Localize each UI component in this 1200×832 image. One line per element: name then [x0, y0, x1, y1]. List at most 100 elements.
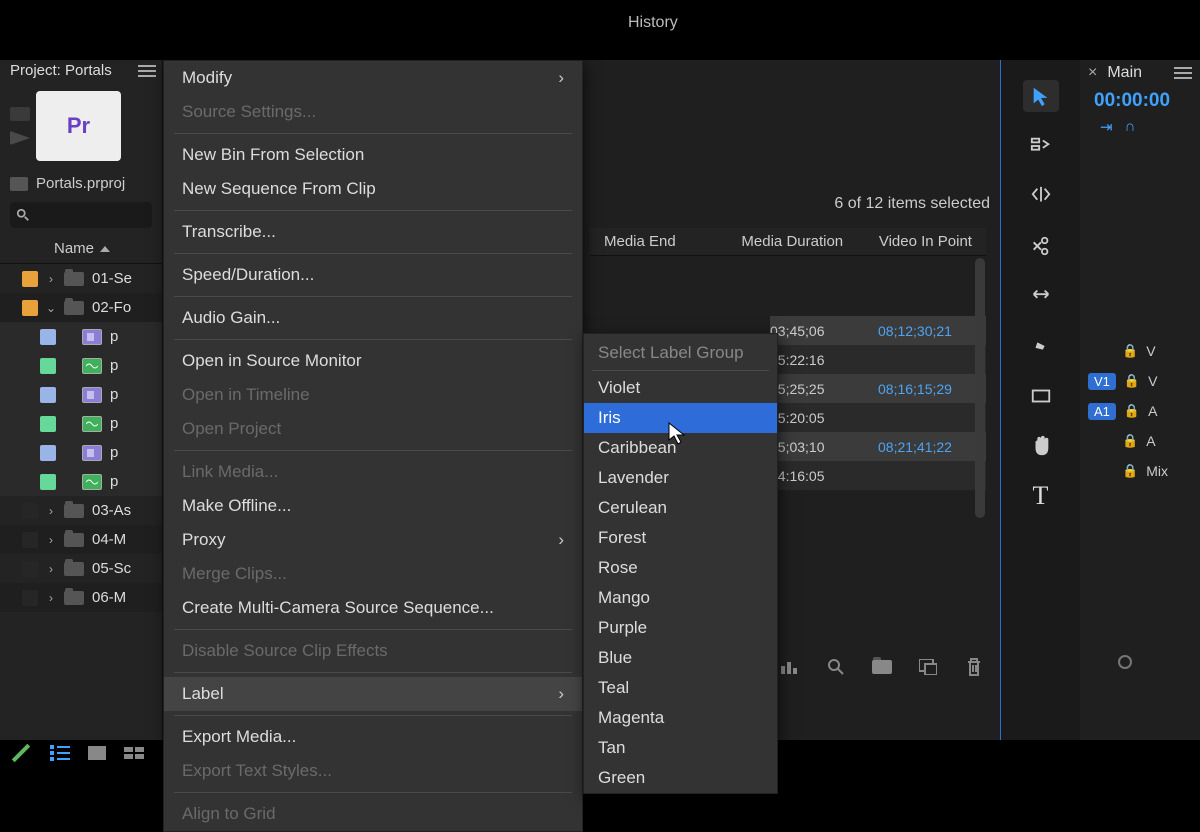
icon-view-icon[interactable]: [88, 746, 106, 760]
bin-row[interactable]: ›04-M: [0, 525, 162, 554]
table-row[interactable]: 04:16:05: [770, 461, 986, 490]
bin-row[interactable]: p: [0, 322, 162, 351]
label-color-item[interactable]: Blue: [584, 643, 777, 673]
timeline-tab[interactable]: × Main: [1080, 60, 1200, 86]
table-row[interactable]: [770, 577, 986, 606]
menu-item[interactable]: New Bin From Selection: [164, 138, 582, 172]
search-icon[interactable]: [826, 658, 846, 676]
table-row[interactable]: 05:22:16: [770, 345, 986, 374]
bin-row[interactable]: p: [0, 351, 162, 380]
panel-menu-icon[interactable]: [138, 70, 156, 72]
project-file-row[interactable]: Portals.prproj: [0, 171, 162, 196]
menu-item[interactable]: Make Offline...: [164, 489, 582, 523]
label-color-item[interactable]: Tan: [584, 733, 777, 763]
menu-item[interactable]: Label›: [164, 677, 582, 711]
track-select-forward-tool[interactable]: [1023, 130, 1059, 162]
snap-icon[interactable]: ⇥: [1100, 118, 1113, 136]
submenu-header[interactable]: Select Label Group: [584, 338, 777, 368]
timecode[interactable]: 00:00:00: [1080, 86, 1200, 118]
menu-item[interactable]: Transcribe...: [164, 215, 582, 249]
new-item-icon[interactable]: [918, 658, 938, 676]
close-icon[interactable]: ×: [1088, 64, 1097, 82]
track-header[interactable]: 🔒A: [1080, 426, 1200, 456]
label-color-item[interactable]: Forest: [584, 523, 777, 553]
menu-item[interactable]: Speed/Duration...: [164, 258, 582, 292]
history-panel-label[interactable]: History: [628, 14, 678, 32]
lock-icon[interactable]: 🔒: [1124, 403, 1140, 419]
table-row[interactable]: 05;03;1008;21;41;22: [770, 432, 986, 461]
bin-row[interactable]: p: [0, 380, 162, 409]
label-color-item[interactable]: Iris: [584, 403, 777, 433]
label-color-item[interactable]: Caribbean: [584, 433, 777, 463]
bin-row[interactable]: ›05-Sc: [0, 554, 162, 583]
menu-item[interactable]: Open in Source Monitor: [164, 344, 582, 378]
zoom-scroll-handle[interactable]: [1118, 655, 1132, 669]
chevron-icon[interactable]: ›: [46, 533, 56, 547]
lock-icon[interactable]: 🔒: [1122, 433, 1138, 449]
magnet-icon[interactable]: ∩: [1125, 118, 1136, 136]
search-input[interactable]: [10, 202, 152, 228]
razor-tool[interactable]: [1023, 230, 1059, 262]
table-row[interactable]: 03;45;0608;12;30;21: [770, 316, 986, 345]
menu-item[interactable]: New Sequence From Clip: [164, 172, 582, 206]
lock-icon[interactable]: 🔒: [1122, 463, 1138, 479]
label-color-item[interactable]: Teal: [584, 673, 777, 703]
bin-row[interactable]: ⌄02-Fo: [0, 293, 162, 322]
table-row[interactable]: 05;25;2508;16;15;29: [770, 374, 986, 403]
bin-row[interactable]: p: [0, 438, 162, 467]
menu-item[interactable]: Create Multi-Camera Source Sequence...: [164, 591, 582, 625]
rectangle-tool[interactable]: [1023, 380, 1059, 412]
track-source-tag[interactable]: V1: [1088, 373, 1116, 390]
label-color-item[interactable]: Magenta: [584, 703, 777, 733]
lock-icon[interactable]: 🔒: [1124, 373, 1140, 389]
pencil-icon[interactable]: [12, 744, 30, 762]
trash-icon[interactable]: [964, 658, 984, 676]
label-color-item[interactable]: Purple: [584, 613, 777, 643]
label-color-item[interactable]: Lavender: [584, 463, 777, 493]
timeline-menu-icon[interactable]: [1174, 72, 1192, 74]
col-media-duration[interactable]: Media Duration: [727, 233, 864, 250]
bin-row[interactable]: p: [0, 467, 162, 496]
label-color-item[interactable]: Mango: [584, 583, 777, 613]
list-view-icon[interactable]: [50, 745, 70, 761]
menu-item[interactable]: Export Media...: [164, 720, 582, 754]
menu-item[interactable]: Audio Gain...: [164, 301, 582, 335]
vertical-scrollbar[interactable]: [975, 258, 985, 518]
table-row[interactable]: [770, 490, 986, 519]
chevron-icon[interactable]: ›: [46, 272, 56, 286]
pen-tool[interactable]: [1023, 330, 1059, 362]
label-color-item[interactable]: Violet: [584, 373, 777, 403]
camera-icon[interactable]: [10, 107, 30, 121]
freeform-view-icon[interactable]: [124, 746, 144, 760]
chevron-icon[interactable]: ⌄: [46, 301, 56, 315]
chevron-icon[interactable]: ›: [46, 504, 56, 518]
ripple-edit-tool[interactable]: [1023, 180, 1059, 212]
track-header[interactable]: V1🔒V: [1080, 366, 1200, 396]
menu-item[interactable]: Modify›: [164, 61, 582, 95]
hand-tool[interactable]: [1023, 430, 1059, 462]
table-row[interactable]: [770, 548, 986, 577]
bin-row[interactable]: ›03-As: [0, 496, 162, 525]
table-row[interactable]: 05:20:05: [770, 403, 986, 432]
track-header[interactable]: 🔒Mix: [1080, 456, 1200, 486]
table-row[interactable]: [770, 519, 986, 548]
label-color-item[interactable]: Cerulean: [584, 493, 777, 523]
label-color-item[interactable]: Rose: [584, 553, 777, 583]
chevron-icon[interactable]: ›: [46, 562, 56, 576]
table-header[interactable]: Name: [0, 234, 162, 264]
type-tool[interactable]: T: [1023, 480, 1059, 512]
track-header[interactable]: 🔒V: [1080, 336, 1200, 366]
col-media-end[interactable]: Media End: [590, 233, 727, 250]
new-bin-icon[interactable]: [872, 658, 892, 676]
slip-tool[interactable]: [1023, 280, 1059, 312]
track-source-tag[interactable]: A1: [1088, 403, 1116, 420]
chevron-icon[interactable]: ›: [46, 591, 56, 605]
bin-row[interactable]: ›06-M: [0, 583, 162, 612]
bin-row[interactable]: ›01-Se: [0, 264, 162, 293]
play-icon[interactable]: [10, 131, 30, 145]
bin-row[interactable]: p: [0, 409, 162, 438]
selection-tool[interactable]: [1023, 80, 1059, 112]
lock-icon[interactable]: 🔒: [1122, 343, 1138, 359]
menu-item[interactable]: Proxy›: [164, 523, 582, 557]
label-color-item[interactable]: Green: [584, 763, 777, 793]
